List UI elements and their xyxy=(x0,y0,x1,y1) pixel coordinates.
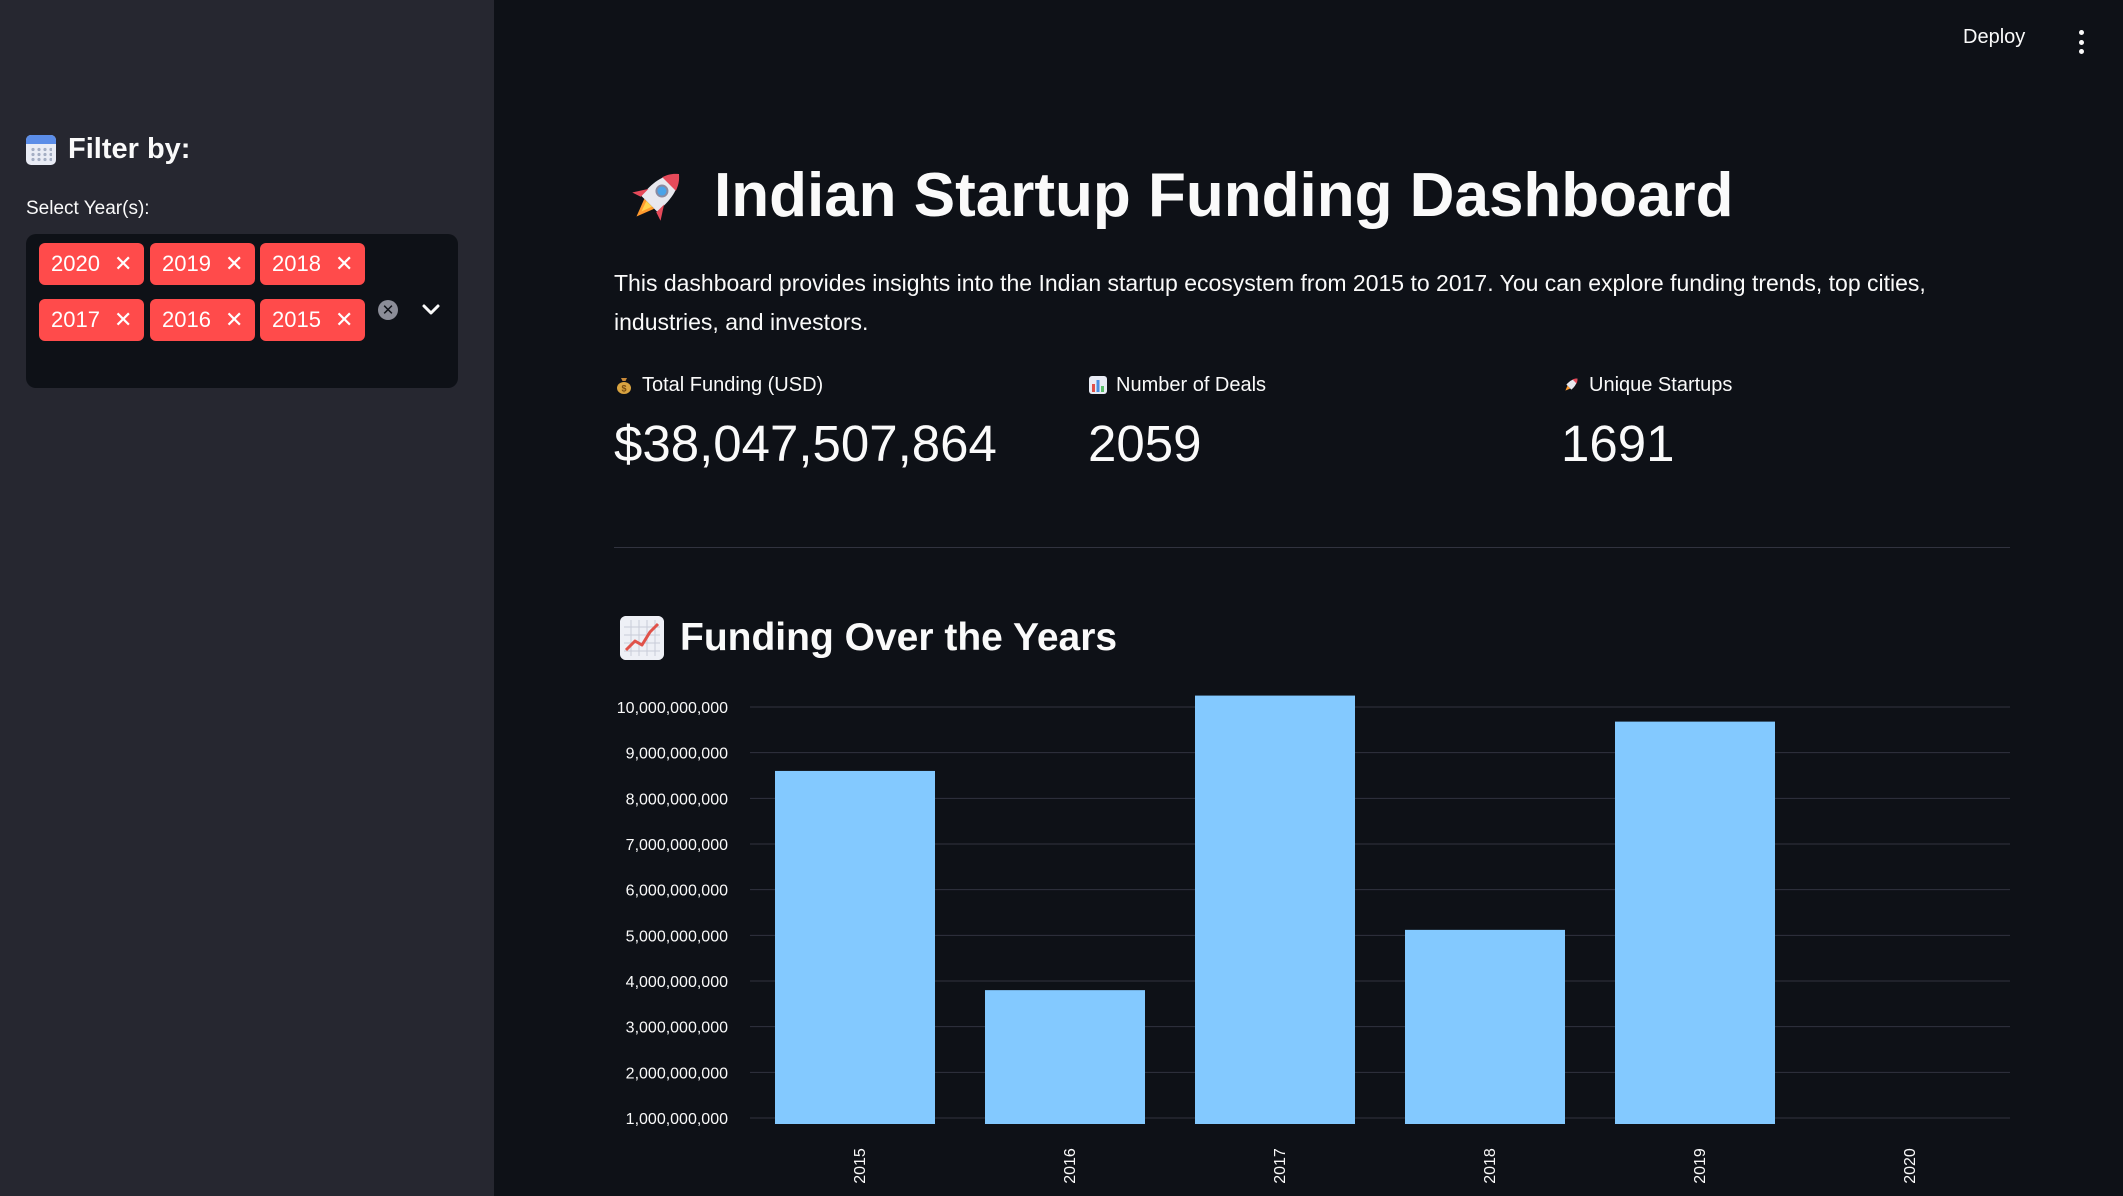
metric-label: Number of Deals xyxy=(1088,370,1266,400)
bar-chart-icon xyxy=(1089,376,1107,394)
year-tag[interactable]: 2015 ✕ xyxy=(260,299,366,341)
y-tick-label: 7,000,000,000 xyxy=(626,837,728,854)
y-tick-label: 9,000,000,000 xyxy=(626,746,728,763)
metric-value: 1691 xyxy=(1561,415,1675,472)
metric-number-of-deals: Number of Deals 2059 xyxy=(1088,370,1266,473)
kebab-menu-icon[interactable] xyxy=(2072,30,2090,54)
y-tick-label: 1,000,000,000 xyxy=(626,1111,728,1128)
funding-bar-chart-svg: 1,000,000,000 2,000,000,000 3,000,000,000 4… xyxy=(617,695,2010,1184)
year-tag[interactable]: 2020 ✕ xyxy=(39,243,145,285)
x-tick-label: 2015 xyxy=(852,1148,869,1184)
section-heading-text: Funding Over the Years xyxy=(680,616,1118,659)
year-tag[interactable]: 2018 ✕ xyxy=(260,243,366,285)
filter-heading-label: Filter by: xyxy=(68,133,191,165)
x-tick-label: 2017 xyxy=(1272,1148,1289,1184)
year-tag-label: 2015 xyxy=(272,307,321,332)
x-tick-label: 2019 xyxy=(1692,1148,1709,1184)
bar xyxy=(1615,721,1775,1124)
metric-value: $38,047,507,864 xyxy=(614,415,997,472)
bar xyxy=(1405,929,1565,1124)
year-multiselect[interactable]: 2020 ✕ 2019 ✕ 2018 ✕ 2017 ✕ 2016 ✕ 2015 … xyxy=(26,234,458,388)
year-tag[interactable]: 2017 ✕ xyxy=(39,299,145,341)
remove-tag-icon[interactable]: ✕ xyxy=(335,309,353,331)
chevron-down-icon[interactable] xyxy=(418,296,444,322)
y-tick-label: 5,000,000,000 xyxy=(626,928,728,945)
page-title: Indian Startup Funding Dashboard xyxy=(622,160,1734,231)
rocket-icon xyxy=(632,173,680,221)
y-tick-label: 3,000,000,000 xyxy=(626,1020,728,1037)
y-tick-label: 4,000,000,000 xyxy=(626,974,728,991)
year-tag-label: 2019 xyxy=(162,251,211,276)
remove-tag-icon[interactable]: ✕ xyxy=(335,253,353,275)
y-tick-label: 6,000,000,000 xyxy=(626,883,728,900)
metric-label-text: Number of Deals xyxy=(1116,373,1267,396)
metric-label-text: Unique Startups xyxy=(1589,373,1733,396)
metric-value: 2059 xyxy=(1088,415,1202,472)
year-tag-label: 2020 xyxy=(51,251,100,276)
x-tick-label: 2020 xyxy=(1902,1148,1919,1184)
year-tag-label: 2018 xyxy=(272,251,321,276)
money-bag-icon: $ xyxy=(617,378,631,394)
metric-unique-startups: Unique Startups 1691 xyxy=(1561,370,1732,473)
chart-increasing-icon xyxy=(620,616,664,660)
bar xyxy=(775,770,935,1124)
metric-total-funding: $ Total Funding (USD) $38,047,507,864 xyxy=(614,370,997,473)
y-tick-label: 2,000,000,000 xyxy=(626,1065,728,1082)
remove-tag-icon[interactable]: ✕ xyxy=(225,309,243,331)
bar xyxy=(1195,695,1355,1124)
rocket-icon xyxy=(1565,378,1578,391)
year-tag[interactable]: 2016 ✕ xyxy=(150,299,256,341)
remove-tag-icon[interactable]: ✕ xyxy=(114,253,132,275)
year-tag-label: 2017 xyxy=(51,307,100,332)
funding-bar-chart: 1,000,000,000 2,000,000,000 3,000,000,000 4… xyxy=(600,686,2020,1196)
year-tag-label: 2016 xyxy=(162,307,211,332)
calendar-icon xyxy=(26,134,56,165)
remove-tag-icon[interactable]: ✕ xyxy=(225,253,243,275)
y-tick-label: 8,000,000,000 xyxy=(626,791,728,808)
bar xyxy=(985,990,1145,1124)
filter-heading: Filter by: xyxy=(26,133,190,166)
year-tag[interactable]: 2019 ✕ xyxy=(150,243,256,285)
y-tick-label: 10,000,000,000 xyxy=(617,700,728,717)
section-heading: Funding Over the Years xyxy=(620,616,1117,660)
metric-label: Unique Startups xyxy=(1561,370,1732,400)
metric-label-text: Total Funding (USD) xyxy=(642,373,824,396)
page-title-text: Indian Startup Funding Dashboard xyxy=(714,161,1734,230)
deploy-button[interactable]: Deploy xyxy=(1963,26,2025,49)
page-description: This dashboard provides insights into th… xyxy=(614,270,1926,335)
select-years-label: Select Year(s): xyxy=(26,198,150,219)
clear-all-icon[interactable]: ✕ xyxy=(378,300,398,320)
metric-label: $ Total Funding (USD) xyxy=(614,370,997,400)
x-tick-label: 2018 xyxy=(1482,1148,1499,1184)
x-tick-label: 2016 xyxy=(1062,1148,1079,1184)
sidebar: Filter by: Select Year(s): 2020 ✕ 2019 ✕… xyxy=(0,0,494,1196)
remove-tag-icon[interactable]: ✕ xyxy=(114,309,132,331)
svg-text:$: $ xyxy=(621,384,626,394)
divider xyxy=(614,547,2010,548)
